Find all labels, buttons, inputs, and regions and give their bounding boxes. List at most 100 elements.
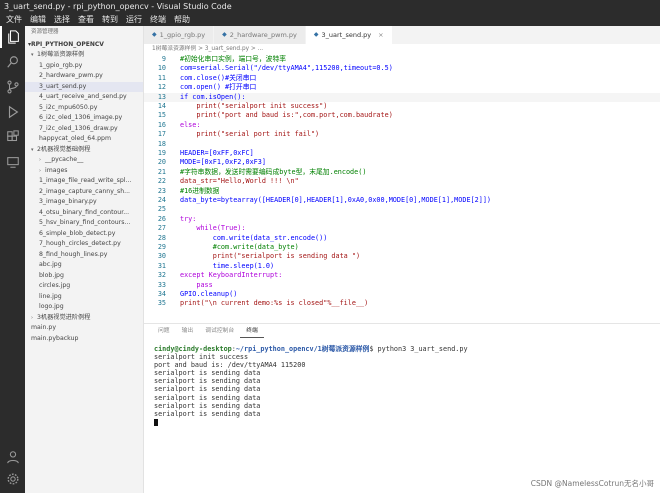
code-text: MODE=[0xF1,0xF2,0xF3] xyxy=(180,158,266,167)
tree-file[interactable]: 1_gpio_rgb.py xyxy=(25,61,143,72)
code-text: print("port and baud is:",com.port,com.b… xyxy=(180,111,393,120)
code-line: 25 xyxy=(144,205,660,214)
tree-file[interactable]: 3_uart_send.py xyxy=(25,81,143,92)
code-line: 14 print("serialport init success") xyxy=(144,102,660,111)
tree-item-label: blob.jpg xyxy=(39,271,64,279)
code-editor[interactable]: 9 #初始化串口实例，端口号，波特率 10 com=serial.Serial("/d… xyxy=(144,55,660,320)
panel-tab[interactable]: 调试控制台 xyxy=(199,324,240,338)
panel-tab[interactable]: 输出 xyxy=(176,324,200,338)
terminal-output-line: serialport is sending data xyxy=(154,393,261,402)
code-text: while(True): xyxy=(180,224,246,233)
tab-2-hardware-pwm-py[interactable]: ◆ 2_hardware_pwm.py xyxy=(214,26,306,44)
terminal-panel[interactable]: cindy@cindy-desktop:~/rpi_python_opencv/… xyxy=(144,345,660,493)
tree-file[interactable]: 2_image_capture_canny_sh... xyxy=(25,187,143,198)
tree-file[interactable]: 2_hardware_pwm.py xyxy=(25,71,143,82)
code-line: 20 MODE=[0xF1,0xF2,0xF3] xyxy=(144,158,660,167)
tree-file[interactable]: abc.jpg xyxy=(25,260,143,271)
menu-view[interactable]: 查看 xyxy=(74,13,98,26)
menu-go[interactable]: 转到 xyxy=(98,13,122,26)
run-debug-icon[interactable] xyxy=(0,101,25,123)
tree-folder[interactable]: ▾ 2机器视觉基础例程 xyxy=(25,145,143,156)
search-icon[interactable] xyxy=(0,51,25,73)
tree-file[interactable]: 7_i2c_oled_1306_draw.py xyxy=(25,124,143,135)
source-control-icon[interactable] xyxy=(0,76,25,98)
tree-item-label: 1_image_file_read_write_spl... xyxy=(39,177,132,184)
code-text: print("serialport init success") xyxy=(180,102,328,110)
code-text: com.close()#关闭串口 xyxy=(180,73,257,82)
tree-item-label: 6_simple_blob_detect.py xyxy=(39,229,116,237)
terminal-output-line: serialport is sending data xyxy=(154,377,261,386)
tree-item-label: main.pybackup xyxy=(31,334,79,342)
tree-file[interactable]: main.pybackup xyxy=(25,334,143,345)
tab-label: 2_hardware_pwm.py xyxy=(229,31,297,39)
tab-1-gpio-rgb-py[interactable]: ◆ 1_gpio_rgb.py xyxy=(144,26,215,44)
tree-item-label: 5_i2c_mpu6050.py xyxy=(39,103,98,111)
line-number: 21 xyxy=(157,167,166,176)
tree-item-label: 7_hough_circles_detect.py xyxy=(39,240,121,247)
code-text: if com.isOpen(): xyxy=(180,92,246,101)
line-number: 34 xyxy=(157,290,166,298)
tree-file[interactable]: 5_i2c_mpu6050.py xyxy=(25,103,143,114)
extensions-icon[interactable] xyxy=(0,126,25,148)
line-number: 19 xyxy=(157,149,166,157)
line-number: 24 xyxy=(157,196,166,204)
line-number: 29 xyxy=(157,243,166,251)
close-icon[interactable]: × xyxy=(378,26,383,44)
tree-file[interactable]: happycat_oled_64.ppm xyxy=(25,134,143,145)
menu-file[interactable]: 文件 xyxy=(2,13,26,26)
menu-selection[interactable]: 选择 xyxy=(50,13,74,26)
tree-file[interactable]: 8_find_hough_lines.py xyxy=(25,250,143,261)
tree-file[interactable]: 3_image_binary.py xyxy=(25,197,143,208)
tree-folder[interactable]: ▾ 1树莓派资源样例 xyxy=(25,50,143,61)
tree-file[interactable]: line.jpg xyxy=(25,292,143,303)
tree-file[interactable]: circles.jpg xyxy=(25,281,143,292)
menu-help[interactable]: 帮助 xyxy=(170,13,194,26)
files-icon[interactable] xyxy=(0,26,25,48)
menu-edit[interactable]: 编辑 xyxy=(26,13,50,26)
terminal-cursor xyxy=(154,418,158,426)
line-number: 22 xyxy=(157,177,166,186)
menu-run[interactable]: 运行 xyxy=(122,13,146,26)
tree-item-label: 4_otsu_binary_find_contour... xyxy=(39,208,130,216)
tree-item-label: __pycache__ xyxy=(45,156,84,163)
tree-folder[interactable]: › images xyxy=(25,166,143,177)
tree-item-label: abc.jpg xyxy=(39,261,62,268)
account-icon[interactable] xyxy=(0,446,25,468)
tree-item-label: logo.jpg xyxy=(39,303,64,310)
code-text: data_str="Hello,World !!! \n" xyxy=(180,177,299,186)
tree-item-label: 2_image_capture_canny_sh... xyxy=(39,187,131,195)
terminal-output-line: serialport init success xyxy=(154,353,249,362)
tab-3-uart-send-py[interactable]: ◆ 3_uart_send.py × xyxy=(305,26,393,44)
tree-file[interactable]: 4_otsu_binary_find_contour... xyxy=(25,208,143,219)
tree-file[interactable]: logo.jpg xyxy=(25,302,143,313)
tree-folder[interactable]: › __pycache__ xyxy=(25,155,143,166)
tree-file[interactable]: 6_i2c_oled_1306_image.py xyxy=(25,113,143,124)
tree-file[interactable]: 4_uart_receive_and_send.py xyxy=(25,92,143,103)
settings-gear-icon[interactable] xyxy=(0,468,25,490)
code-line: 31 time.sleep(1.0) xyxy=(144,262,660,271)
line-number: 30 xyxy=(157,252,166,261)
tree-item-label: circles.jpg xyxy=(39,282,71,289)
explorer-root-folder[interactable]: ▾RPI_PYTHON_OPENCV xyxy=(25,39,143,50)
tree-file[interactable]: main.py xyxy=(25,323,143,334)
panel-tab[interactable]: 终端 xyxy=(240,324,264,338)
code-line: 34 GPIO.cleanup() xyxy=(144,290,660,299)
tree-file[interactable]: 1_image_file_read_write_spl... xyxy=(25,176,143,187)
code-line: 23 #16进制数据 xyxy=(144,187,660,196)
code-line: 19 HEADER=[0xFF,0xFC] xyxy=(144,149,660,158)
breadcrumb[interactable]: 1树莓派资源样例 > 3_uart_send.py > ... xyxy=(144,44,660,55)
line-number: 33 xyxy=(157,280,166,289)
python-file-icon: ◆ xyxy=(152,31,157,38)
tree-file[interactable]: 7_hough_circles_detect.py xyxy=(25,239,143,250)
tree-folder[interactable]: › 3机器视觉进阶例程 xyxy=(25,313,143,324)
tree-file[interactable]: blob.jpg xyxy=(25,271,143,282)
code-line: 26 try: xyxy=(144,215,660,224)
code-text: com.write(data_str.encode()) xyxy=(180,233,328,242)
tree-file[interactable]: 5_hsv_binary_find_contours... xyxy=(25,218,143,229)
line-number: 31 xyxy=(157,261,166,270)
remote-explorer-icon[interactable] xyxy=(0,151,25,173)
menu-terminal[interactable]: 终端 xyxy=(146,13,170,26)
tree-file[interactable]: 6_simple_blob_detect.py xyxy=(25,229,143,240)
panel-tab[interactable]: 问题 xyxy=(152,324,176,338)
tree-item-label: 3机器视觉进阶例程 xyxy=(37,313,91,321)
